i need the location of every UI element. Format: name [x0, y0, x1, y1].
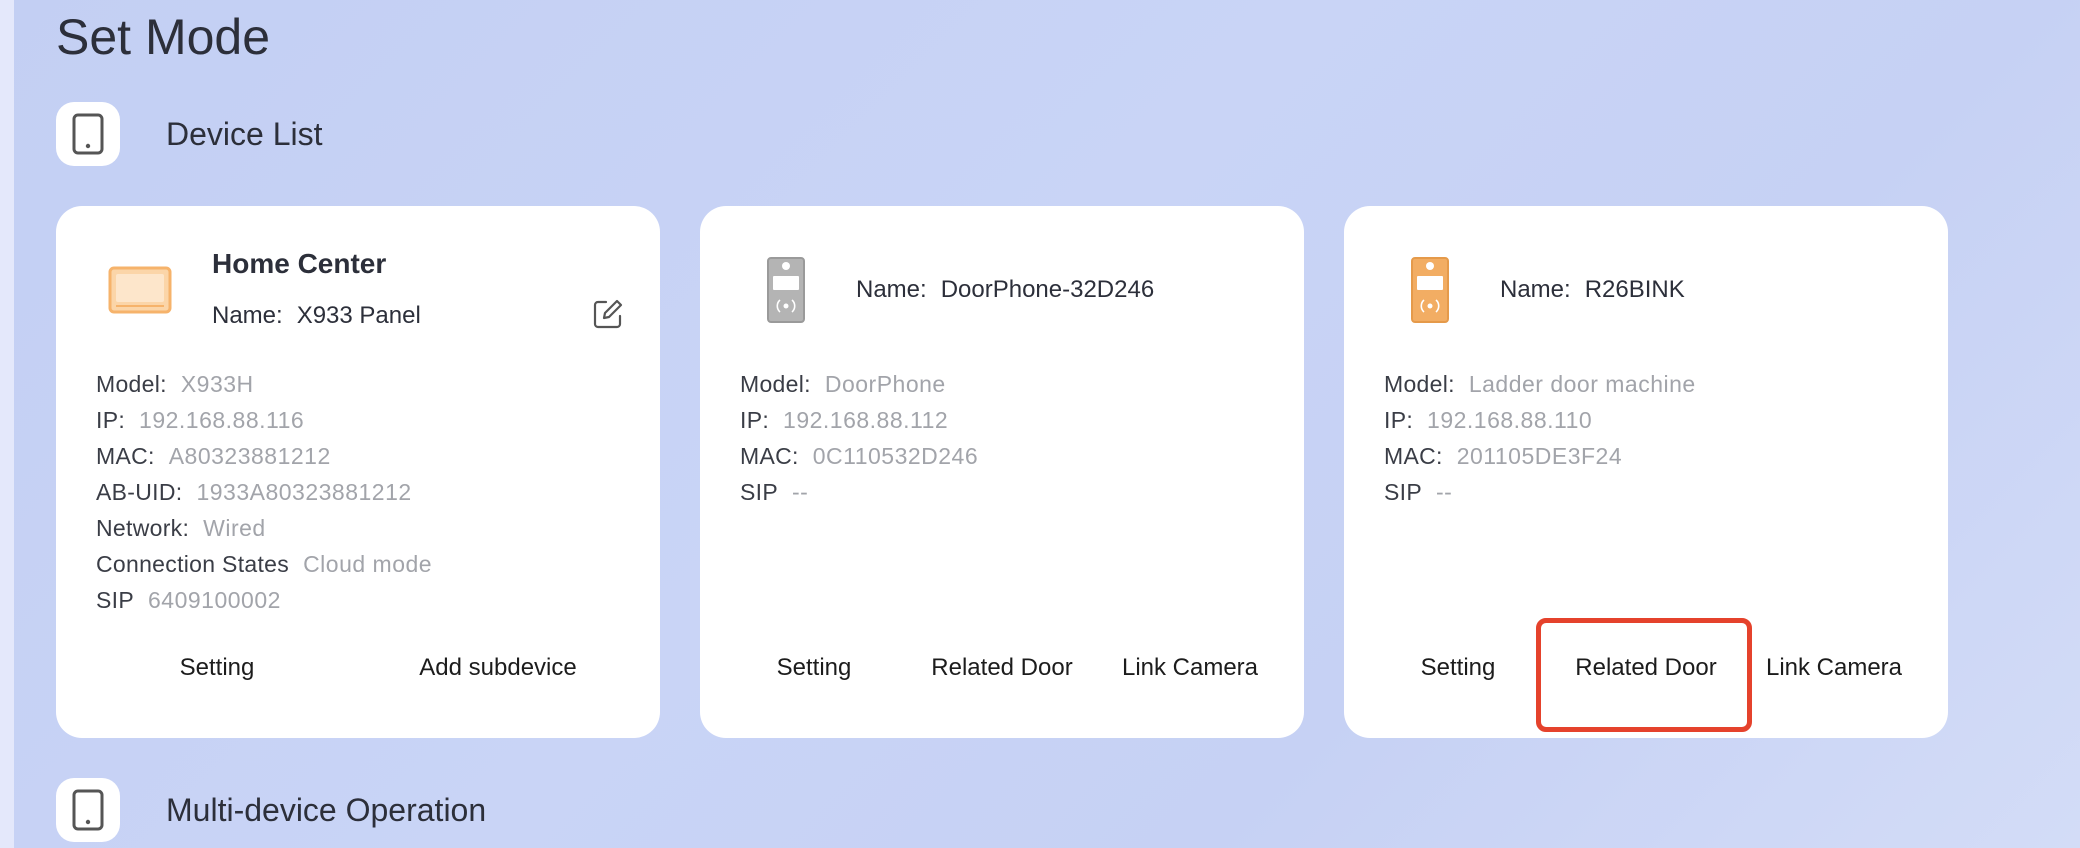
- info-row-ip: IP: 192.168.88.116: [96, 407, 305, 433]
- tablet-icon: [56, 102, 120, 166]
- device-name-row: Name: R26BINK: [1500, 276, 1685, 304]
- info-row-connection: Connection States Cloud mode: [96, 551, 433, 577]
- name-label: Name:: [1500, 276, 1571, 303]
- edit-icon[interactable]: [592, 298, 624, 330]
- info-row-mac: MAC: 201105DE3F24: [1384, 443, 1623, 469]
- info-row-model: Model: X933H: [96, 371, 254, 397]
- link-camera-button[interactable]: Link Camera: [1122, 654, 1258, 682]
- name-label: Name:: [212, 302, 283, 329]
- page-title: Set Mode: [56, 9, 271, 65]
- related-door-button[interactable]: Related Door: [931, 654, 1072, 682]
- highlight-box: [1536, 618, 1752, 732]
- device-name-row: Name: DoorPhone-32D246: [856, 276, 1154, 304]
- info-row-sip: SIP --: [740, 479, 809, 505]
- name-value: X933 Panel: [296, 302, 421, 329]
- doorphone-orange-icon: [1410, 256, 1450, 329]
- info-row-network: Network: Wired: [96, 515, 266, 541]
- device-card-home-center: Home Center Name: X933 Panel Model: X933H …: [56, 206, 660, 738]
- name-label: Name:: [856, 276, 927, 303]
- info-row-model: Model: Ladder door machine: [1384, 371, 1696, 397]
- device-card-doorphone: Name: DoorPhone-32D246 Model: DoorPhone IP…: [700, 206, 1304, 738]
- info-row-ip: IP: 192.168.88.112: [740, 407, 949, 433]
- link-camera-button[interactable]: Link Camera: [1766, 654, 1902, 682]
- section-label-multi-device: Multi-device Operation: [166, 791, 487, 828]
- info-row-sip: SIP 6409100002: [96, 587, 281, 613]
- name-value: DoorPhone-32D246: [940, 276, 1155, 303]
- device-info: Model: Ladder door machine IP: 192.168.88.…: [1384, 366, 1696, 510]
- section-label-device-list: Device List: [166, 115, 323, 152]
- info-row-mac: MAC: 0C110532D246: [740, 443, 979, 469]
- card-actions: Setting Related Door Link Camera: [700, 654, 1304, 694]
- doorphone-gray-icon: [766, 256, 806, 329]
- device-name-row: Name: X933 Panel: [212, 302, 421, 330]
- device-title: Home Center: [212, 248, 387, 279]
- info-row-model: Model: DoorPhone: [740, 371, 946, 397]
- info-row-sip: SIP --: [1384, 479, 1453, 505]
- tablet-icon: [56, 778, 120, 842]
- panel-icon: [108, 264, 172, 321]
- name-value: R26BINK: [1584, 276, 1685, 303]
- info-row-ab-uid: AB-UID: 1933A80323881212: [96, 479, 412, 505]
- setting-button[interactable]: Setting: [777, 654, 852, 682]
- section-device-list: Device List: [56, 102, 323, 166]
- info-row-ip: IP: 192.168.88.110: [1384, 407, 1593, 433]
- left-edge-strip: [0, 0, 14, 848]
- section-multi-device: Multi-device Operation: [56, 778, 486, 842]
- add-subdevice-button[interactable]: Add subdevice: [419, 654, 576, 682]
- setting-button[interactable]: Setting: [1421, 654, 1496, 682]
- card-actions: Setting Add subdevice: [56, 654, 660, 694]
- info-row-mac: MAC: A80323881212: [96, 443, 331, 469]
- setting-button[interactable]: Setting: [180, 654, 255, 682]
- device-info: Model: DoorPhone IP: 192.168.88.112 MAC: 0C…: [740, 366, 978, 510]
- device-info: Model: X933H IP: 192.168.88.116 MAC: A80323…: [96, 366, 432, 618]
